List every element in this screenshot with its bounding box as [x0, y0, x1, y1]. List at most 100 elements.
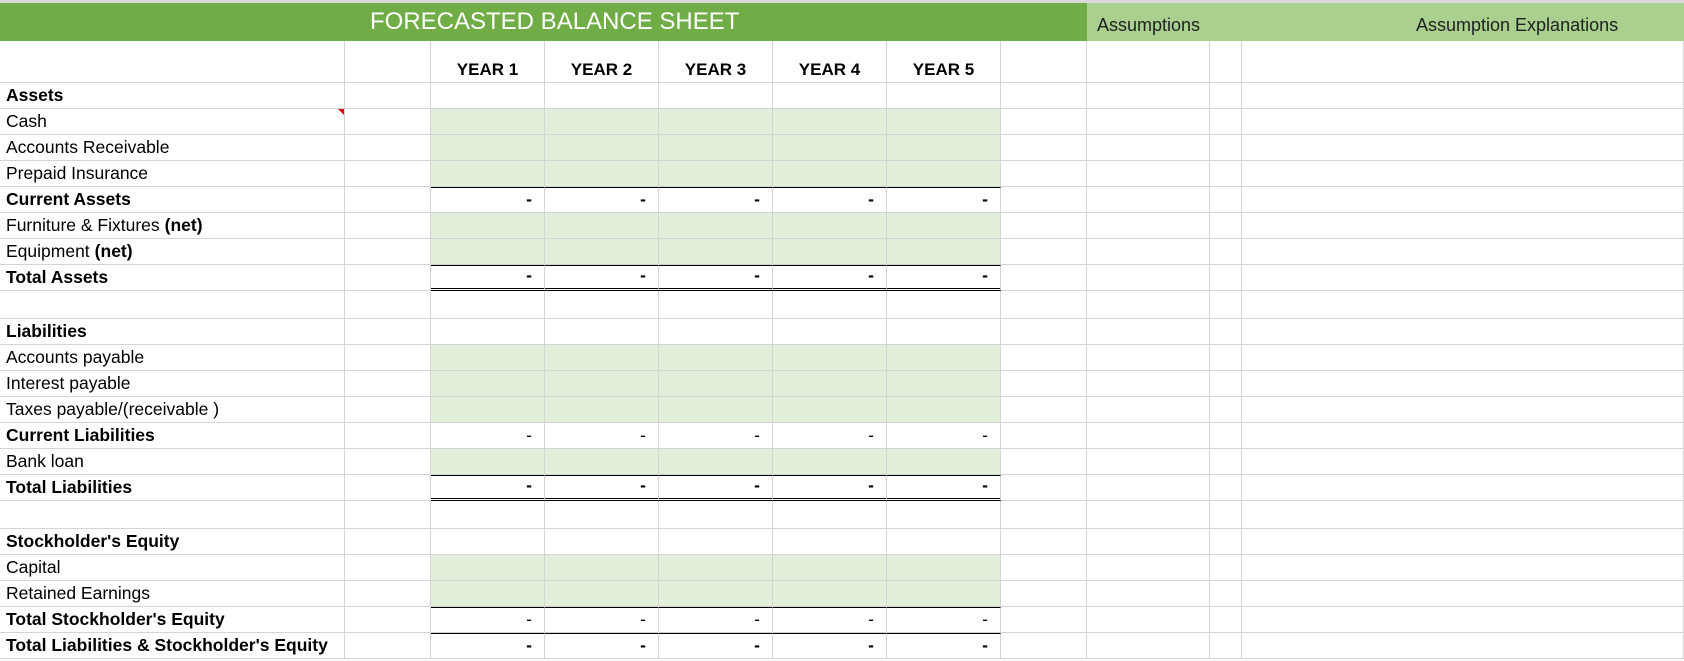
row-label[interactable]: Assets [0, 83, 345, 109]
input-cell[interactable] [887, 161, 1001, 187]
empty-cell[interactable] [345, 397, 431, 423]
value-cell[interactable]: - [431, 475, 545, 501]
empty-cell[interactable] [1087, 109, 1210, 135]
input-cell[interactable] [887, 135, 1001, 161]
empty-cell[interactable] [1242, 607, 1684, 633]
row-label[interactable]: Current Liabilities [0, 423, 345, 449]
value-cell[interactable]: - [773, 423, 887, 449]
value-cell[interactable]: - [659, 607, 773, 633]
empty-cell[interactable] [1087, 555, 1210, 581]
empty-cell[interactable] [1087, 397, 1210, 423]
value-cell[interactable]: - [431, 423, 545, 449]
input-cell[interactable] [545, 555, 659, 581]
empty-cell[interactable] [1001, 187, 1087, 213]
empty-cell[interactable] [1210, 633, 1242, 659]
empty-cell[interactable] [1242, 423, 1684, 449]
empty-cell[interactable] [1087, 345, 1210, 371]
row-label[interactable]: Total Liabilities [0, 475, 345, 501]
empty-cell[interactable] [1242, 501, 1684, 529]
empty-cell[interactable] [1210, 555, 1242, 581]
input-cell[interactable] [887, 529, 1001, 555]
input-cell[interactable] [887, 555, 1001, 581]
input-cell[interactable] [887, 397, 1001, 423]
row-label[interactable]: Furniture & Fixtures (net) [0, 213, 345, 239]
input-cell[interactable] [431, 449, 545, 475]
input-cell[interactable] [545, 161, 659, 187]
value-cell[interactable]: - [773, 607, 887, 633]
value-cell[interactable]: - [887, 633, 1001, 659]
empty-cell[interactable] [1242, 555, 1684, 581]
empty-cell[interactable] [1242, 265, 1684, 291]
row-label[interactable]: Bank loan [0, 449, 345, 475]
empty-cell[interactable] [1210, 265, 1242, 291]
value-cell[interactable]: - [431, 607, 545, 633]
empty-cell[interactable] [1087, 41, 1210, 83]
empty-cell[interactable] [1242, 135, 1684, 161]
input-cell[interactable] [545, 501, 659, 529]
empty-cell[interactable] [1001, 633, 1087, 659]
empty-cell[interactable] [345, 319, 431, 345]
empty-cell[interactable] [1210, 397, 1242, 423]
empty-cell[interactable] [1242, 213, 1684, 239]
empty-cell[interactable] [1001, 161, 1087, 187]
input-cell[interactable] [773, 161, 887, 187]
input-cell[interactable] [659, 291, 773, 319]
empty-cell[interactable] [1242, 371, 1684, 397]
empty-cell[interactable] [1001, 371, 1087, 397]
input-cell[interactable] [659, 83, 773, 109]
empty-cell[interactable] [1087, 265, 1210, 291]
empty-cell[interactable] [1242, 581, 1684, 607]
input-cell[interactable] [545, 83, 659, 109]
input-cell[interactable] [773, 371, 887, 397]
empty-cell[interactable] [1242, 291, 1684, 319]
value-cell[interactable]: - [887, 423, 1001, 449]
empty-cell[interactable] [345, 291, 431, 319]
row-label[interactable]: Accounts payable [0, 345, 345, 371]
input-cell[interactable] [773, 397, 887, 423]
empty-cell[interactable] [1210, 475, 1242, 501]
row-label[interactable]: Interest payable [0, 371, 345, 397]
input-cell[interactable] [773, 109, 887, 135]
empty-cell[interactable] [1210, 83, 1242, 109]
empty-cell[interactable] [1210, 213, 1242, 239]
empty-cell[interactable] [345, 345, 431, 371]
empty-cell[interactable] [345, 239, 431, 265]
empty-cell[interactable] [345, 475, 431, 501]
empty-cell[interactable] [1087, 581, 1210, 607]
input-cell[interactable] [887, 449, 1001, 475]
empty-cell[interactable] [1001, 213, 1087, 239]
empty-cell[interactable] [1242, 187, 1684, 213]
empty-cell[interactable] [1210, 529, 1242, 555]
empty-cell[interactable] [1242, 633, 1684, 659]
empty-cell[interactable] [1001, 109, 1087, 135]
empty-cell[interactable] [1001, 555, 1087, 581]
year-header-1[interactable]: YEAR 1 [431, 41, 545, 83]
row-label[interactable]: Total Stockholder's Equity [0, 607, 345, 633]
empty-cell[interactable] [1087, 161, 1210, 187]
row-label[interactable]: Retained Earnings [0, 581, 345, 607]
empty-cell[interactable] [1087, 213, 1210, 239]
empty-cell[interactable] [1087, 239, 1210, 265]
empty-cell[interactable] [1001, 607, 1087, 633]
row-label[interactable]: Cash [0, 109, 345, 135]
row-label[interactable]: Prepaid Insurance [0, 161, 345, 187]
assumptions-header[interactable]: Assumptions Assumption Explanations [1087, 3, 1684, 41]
empty-cell[interactable] [345, 109, 431, 135]
empty-cell[interactable] [1087, 319, 1210, 345]
empty-cell[interactable] [345, 449, 431, 475]
empty-cell[interactable] [345, 501, 431, 529]
empty-cell[interactable] [1242, 475, 1684, 501]
value-cell[interactable]: - [773, 475, 887, 501]
input-cell[interactable] [545, 397, 659, 423]
input-cell[interactable] [659, 449, 773, 475]
empty-cell[interactable] [345, 135, 431, 161]
input-cell[interactable] [431, 239, 545, 265]
row-label[interactable] [0, 291, 345, 319]
empty-cell[interactable] [0, 41, 345, 83]
row-label[interactable]: Taxes payable/(receivable ) [0, 397, 345, 423]
empty-cell[interactable] [1001, 83, 1087, 109]
input-cell[interactable] [545, 581, 659, 607]
empty-cell[interactable] [1210, 135, 1242, 161]
input-cell[interactable] [431, 135, 545, 161]
row-label[interactable]: Equipment (net) [0, 239, 345, 265]
